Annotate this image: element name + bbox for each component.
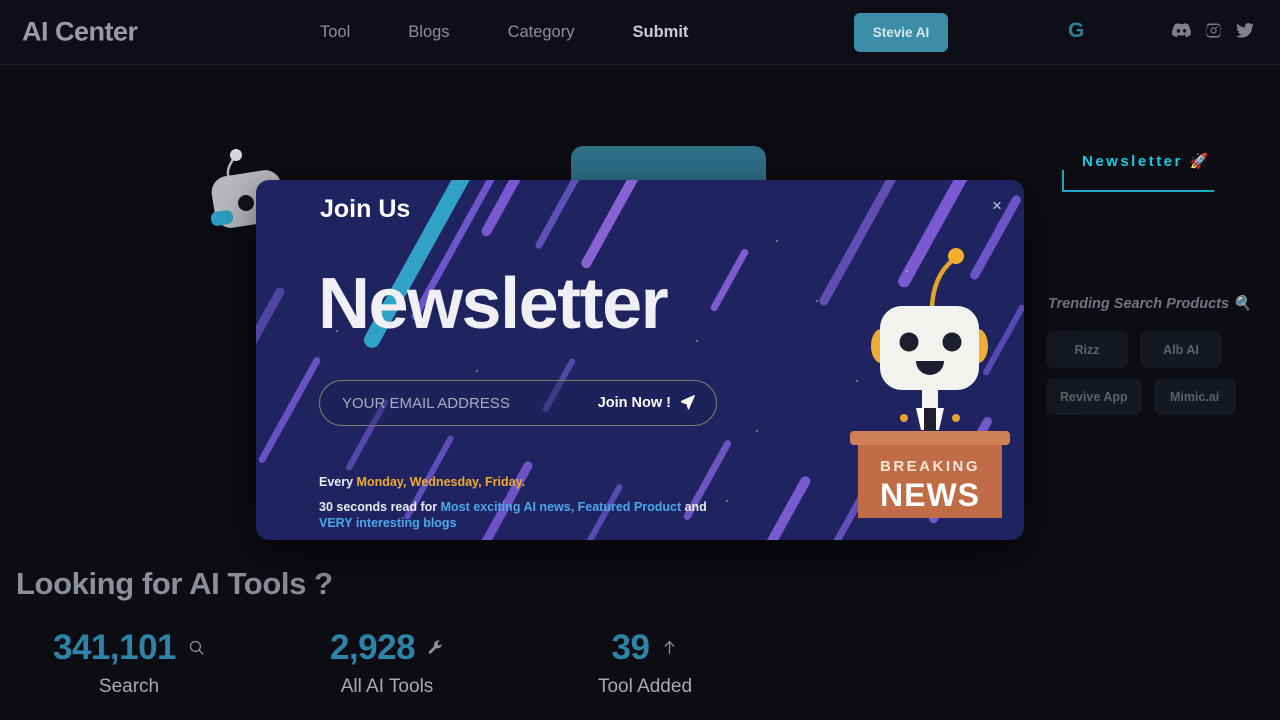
site-header: AI Center Tool Blogs Category Submit Ste… [0, 0, 1280, 65]
nav-item-category[interactable]: Category [508, 23, 575, 42]
stat-search-value: 341,101 [52, 628, 177, 667]
schedule-prefix: Every [319, 475, 357, 489]
rocket-icon: 🚀 [1189, 153, 1211, 170]
stat-all-tools-value: 2,928 [329, 628, 416, 667]
modal-title: Newsletter [318, 264, 669, 344]
stats-row: 341,101 Search 2,928 All AI Tools 39 Too… [0, 630, 1280, 699]
content-prefix: 30 seconds read for [319, 500, 441, 514]
page-root: AI Center Tool Blogs Category Submit Ste… [0, 0, 1280, 720]
schedule-days: Monday, Wednesday, Friday. [356, 475, 526, 489]
stat-all-tools-top: 2,928 [330, 630, 444, 665]
nav-item-submit[interactable]: Submit [633, 23, 689, 42]
trending-title: Trending Search Products 🔍 [1048, 295, 1251, 312]
page-title: Looking for AI Tools ? [16, 566, 333, 601]
stat-tool-added-value: 39 [611, 628, 650, 667]
nav-item-blogs[interactable]: Blogs [408, 23, 449, 42]
content-mid: and [681, 500, 707, 514]
google-icon[interactable]: G [1068, 19, 1084, 43]
trending-tag-revive-app[interactable]: Revive App [1046, 378, 1142, 415]
social-links [1172, 22, 1254, 44]
stat-all-tools: 2,928 All AI Tools [258, 630, 516, 699]
sidebar-newsletter-label: Newsletter [1082, 153, 1183, 170]
stevie-ai-button[interactable]: Stevie AI [854, 13, 948, 52]
modal-eyebrow: Join Us [320, 195, 411, 223]
content-link-1[interactable]: Most exciting AI news, Featured Product [441, 500, 682, 514]
join-now-button[interactable]: Join Now ! [598, 393, 716, 414]
paper-plane-icon [679, 393, 696, 414]
twitter-icon[interactable] [1236, 23, 1254, 43]
instagram-icon[interactable] [1205, 22, 1222, 44]
discord-icon[interactable] [1172, 23, 1191, 43]
schedule-note: Every Monday, Wednesday, Friday. [319, 475, 525, 489]
join-now-label: Join Now ! [597, 395, 671, 411]
trending-tag-alb-ai[interactable]: Alb AI [1140, 331, 1222, 368]
search-icon [188, 639, 205, 656]
trending-tag-rizz[interactable]: Rizz [1046, 331, 1128, 368]
magnifier-icon: 🔍 [1233, 296, 1252, 312]
stat-search-top: 341,101 [53, 630, 205, 665]
close-icon[interactable]: × [984, 193, 1010, 219]
arrow-up-icon [661, 639, 678, 656]
news-robot-icon: BREAKING NEWS [836, 218, 1011, 530]
newsletter-signup-row: Join Now ! [319, 380, 717, 426]
main-nav: Tool Blogs Category Submit [320, 0, 688, 65]
site-logo[interactable]: AI Center [22, 17, 138, 48]
newsletter-modal: × Join Us Newsletter Join Now ! Every Mo… [256, 180, 1024, 540]
email-input[interactable] [320, 394, 598, 412]
stat-all-tools-label: All AI Tools [340, 676, 434, 697]
wrench-icon [427, 639, 444, 656]
sidebar-newsletter-title: Newsletter 🚀 [1082, 152, 1211, 170]
content-link-2[interactable]: VERY interesting blogs [319, 516, 457, 530]
trending-tag-list: Rizz Alb AI Revive App Mimic.ai [1046, 331, 1261, 415]
svg-text:BREAKING: BREAKING [880, 458, 980, 475]
content-note: 30 seconds read for Most exciting AI new… [319, 499, 719, 531]
stat-search: 341,101 Search [0, 630, 258, 699]
stat-tool-added-top: 39 [612, 630, 679, 665]
trending-label: Trending Search Products [1048, 296, 1230, 312]
stat-search-label: Search [98, 676, 160, 697]
stat-tool-added: 39 Tool Added [516, 630, 774, 699]
nav-item-tool[interactable]: Tool [320, 23, 350, 42]
stat-tool-added-label: Tool Added [597, 676, 693, 697]
trending-tag-mimic-ai[interactable]: Mimic.ai [1153, 378, 1236, 415]
svg-text:NEWS: NEWS [880, 477, 980, 513]
newsletter-underline [1062, 170, 1214, 192]
